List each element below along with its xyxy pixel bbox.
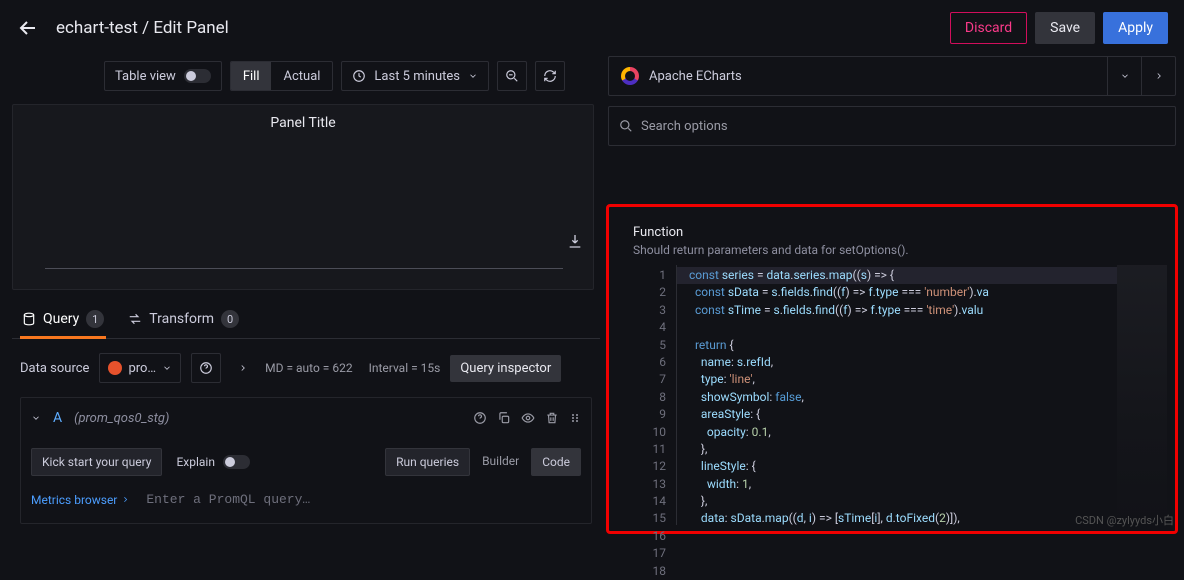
download-button[interactable] — [567, 233, 583, 249]
panel-title: Panel Title — [13, 105, 593, 141]
save-button[interactable]: Save — [1035, 12, 1095, 44]
explain-toggle[interactable]: Explain — [176, 455, 250, 469]
code-content[interactable]: const series = data.series.map((s) => { … — [677, 265, 1117, 525]
datasource-select[interactable]: pro… — [99, 353, 181, 383]
search-options-input[interactable]: Search options — [608, 106, 1176, 146]
run-queries-button[interactable]: Run queries — [385, 448, 470, 476]
metrics-browser-label: Metrics browser — [31, 493, 117, 507]
query-ref-id: A — [53, 410, 62, 426]
chevron-down-icon — [468, 71, 478, 81]
time-range-label: Last 5 minutes — [374, 69, 460, 84]
chart-axis-line — [45, 268, 563, 269]
zoom-out-icon — [505, 69, 519, 83]
toggle-off-icon — [223, 455, 250, 469]
actual-option[interactable]: Actual — [271, 62, 332, 90]
chevron-right-icon — [1154, 71, 1164, 81]
fill-option[interactable]: Fill — [231, 62, 272, 90]
function-title: Function — [633, 225, 1175, 240]
search-placeholder: Search options — [641, 119, 728, 134]
help-icon[interactable] — [473, 411, 487, 425]
query-editor: A (prom_qos0_stg) Kick start your query … — [20, 397, 592, 524]
tab-transform[interactable]: Transform 0 — [126, 310, 241, 338]
minimap[interactable] — [1117, 265, 1167, 525]
drag-handle-icon[interactable] — [569, 411, 581, 425]
transform-icon — [128, 312, 142, 326]
chevron-right-icon — [238, 363, 248, 373]
tab-transform-badge: 0 — [221, 310, 239, 328]
chevron-down-icon[interactable] — [31, 413, 41, 423]
discard-button[interactable]: Discard — [950, 12, 1027, 44]
tab-query[interactable]: Query 1 — [20, 310, 106, 338]
prometheus-icon — [108, 361, 122, 375]
visualization-picker[interactable]: Apache ECharts — [608, 56, 1176, 96]
panel-preview: Panel Title — [12, 104, 594, 290]
table-view-toggle[interactable]: Table view — [104, 61, 222, 91]
datasource-label: Data source — [20, 361, 89, 376]
tab-query-label: Query — [43, 311, 79, 327]
fill-actual-switch[interactable]: Fill Actual — [230, 61, 334, 91]
watermark: CSDN @zylyyds小白 — [1075, 512, 1174, 528]
zoom-out-button[interactable] — [497, 61, 527, 91]
trash-icon[interactable] — [545, 411, 559, 425]
visualization-expand[interactable] — [1107, 57, 1141, 95]
download-icon — [567, 233, 583, 249]
toggle-off-icon — [184, 69, 211, 83]
interval-label: Interval = 15s — [369, 361, 441, 375]
explain-label: Explain — [176, 455, 215, 469]
function-subtitle: Should return parameters and data for se… — [633, 243, 1175, 257]
help-icon — [199, 361, 213, 375]
code-tab[interactable]: Code — [531, 448, 581, 476]
refresh-icon — [543, 69, 557, 83]
time-range-picker[interactable]: Last 5 minutes — [341, 61, 489, 91]
visualization-next[interactable] — [1141, 57, 1175, 95]
datasource-next-button[interactable] — [231, 353, 255, 383]
chevron-down-icon — [162, 363, 172, 373]
apply-button[interactable]: Apply — [1103, 12, 1168, 44]
back-arrow-icon[interactable] — [16, 16, 40, 40]
kickstart-button[interactable]: Kick start your query — [31, 448, 162, 476]
echarts-logo-icon — [621, 67, 639, 85]
breadcrumb: echart-test / Edit Panel — [56, 18, 950, 38]
search-icon — [619, 119, 633, 133]
md-label: MD = auto = 622 — [265, 361, 352, 375]
query-inspector-button[interactable]: Query inspector — [450, 355, 561, 382]
function-section-highlight: Function Should return parameters and da… — [606, 204, 1178, 534]
refresh-button[interactable] — [535, 61, 565, 91]
datasource-help-button[interactable] — [191, 353, 221, 383]
code-editor[interactable]: 123456789101112131415161718 const series… — [633, 265, 1167, 525]
tab-transform-label: Transform — [149, 311, 214, 327]
metrics-browser-button[interactable]: Metrics browser — [31, 493, 130, 507]
database-icon — [22, 312, 36, 326]
promql-input[interactable]: Enter a PromQL query… — [142, 486, 581, 513]
line-gutter: 123456789101112131415161718 — [633, 265, 677, 525]
query-name: (prom_qos0_stg) — [74, 411, 461, 426]
visualization-name: Apache ECharts — [649, 69, 742, 84]
datasource-selected: pro… — [128, 361, 156, 376]
copy-icon[interactable] — [497, 411, 511, 425]
eye-icon[interactable] — [521, 411, 535, 425]
chevron-right-icon — [121, 495, 130, 504]
clock-icon — [352, 69, 366, 83]
chevron-down-icon — [1120, 71, 1130, 81]
tab-query-badge: 1 — [86, 310, 104, 328]
builder-tab[interactable]: Builder — [478, 448, 523, 476]
table-view-label: Table view — [115, 69, 176, 84]
